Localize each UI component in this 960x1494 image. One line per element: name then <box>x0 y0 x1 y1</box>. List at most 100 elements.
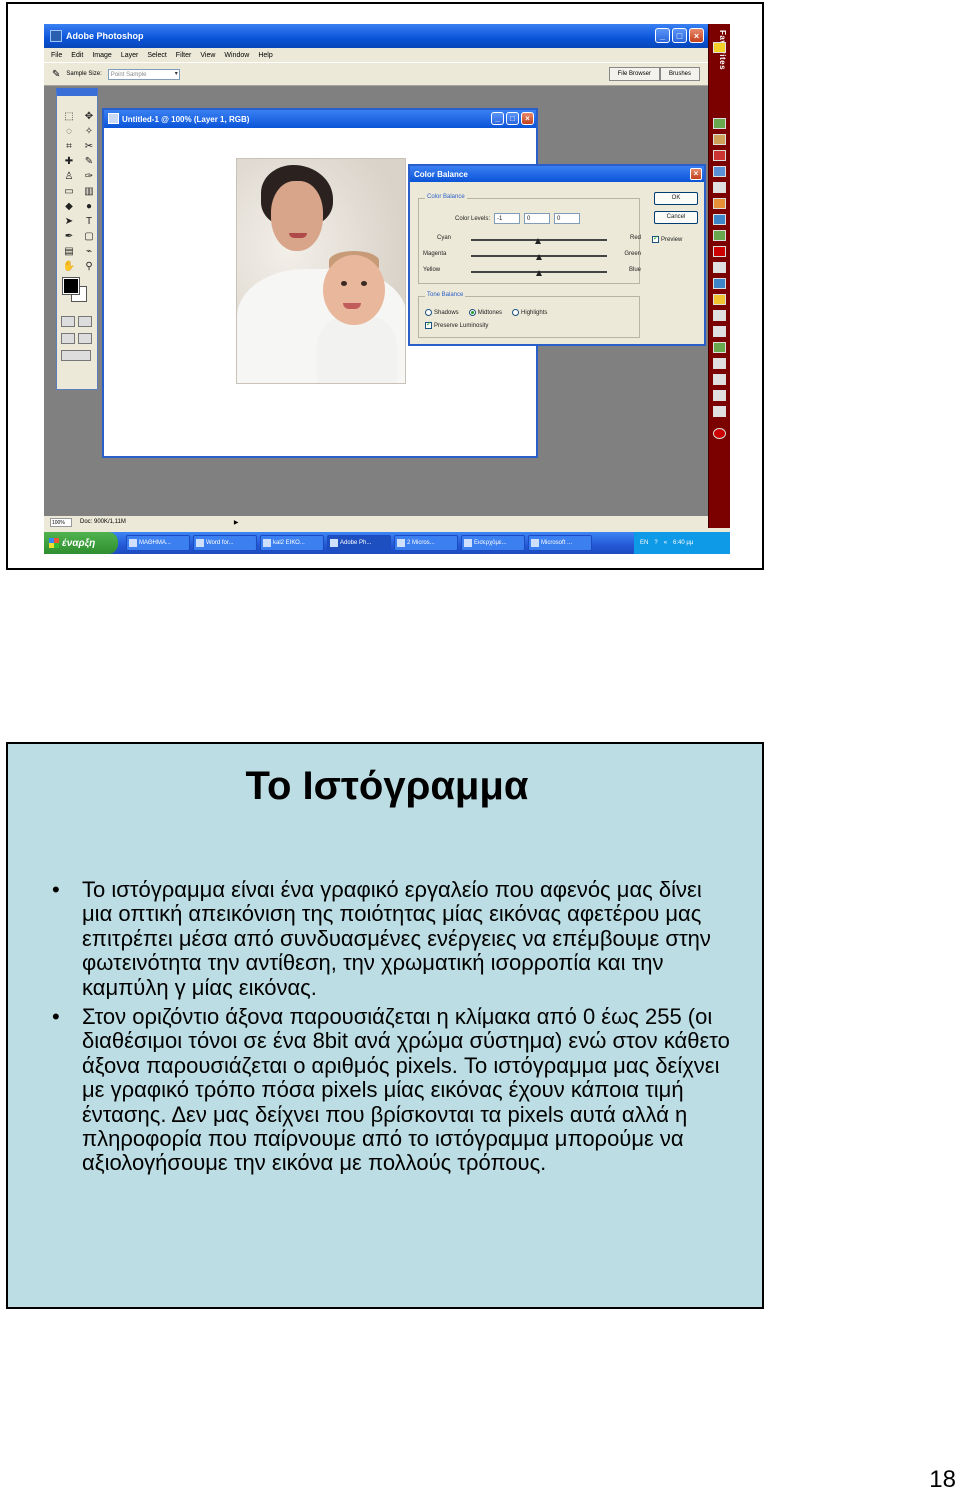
slider-thumb-yellow-blue[interactable] <box>536 270 542 276</box>
notes-tool-icon[interactable]: ▤ <box>61 245 77 257</box>
path-select-icon[interactable]: ➤ <box>61 215 77 227</box>
radio-shadows[interactable]: Shadows <box>425 309 459 316</box>
fav-item-19-icon[interactable] <box>713 406 726 417</box>
screen-mode-1-icon[interactable] <box>61 333 75 344</box>
eyedropper-icon[interactable]: ✎ <box>52 69 60 80</box>
menu-window[interactable]: Window <box>224 52 249 59</box>
cancel-button[interactable]: Cancel <box>654 211 698 224</box>
level-input-yellow-blue[interactable]: 0 <box>554 213 581 224</box>
taskbar-item[interactable]: Word for... <box>193 535 257 551</box>
menu-select[interactable]: Select <box>147 52 166 59</box>
lasso-tool-icon[interactable]: ◌ <box>61 125 77 137</box>
foreground-color-swatch[interactable] <box>62 277 80 295</box>
maximize-icon[interactable]: □ <box>672 28 687 43</box>
menu-file[interactable]: File <box>51 52 62 59</box>
doc-maximize-icon[interactable]: □ <box>506 112 519 125</box>
dodge-tool-icon[interactable]: ● <box>81 200 97 212</box>
taskbar-item[interactable]: Εισερχόμε... <box>461 535 525 551</box>
type-tool-icon[interactable]: T <box>81 215 97 227</box>
gradient-tool-icon[interactable]: ▥ <box>81 185 97 197</box>
healing-brush-icon[interactable]: ✚ <box>61 155 77 167</box>
preserve-luminosity-checkbox[interactable]: Preserve Luminosity <box>425 320 488 329</box>
taskbar-item[interactable]: kal2 ΕΙΚΟ... <box>260 535 324 551</box>
fav-item-15-icon[interactable] <box>713 342 726 353</box>
start-button[interactable]: έναρξη <box>44 532 118 554</box>
slider-thumb-cyan-red[interactable] <box>535 238 542 244</box>
fav-item-18-icon[interactable] <box>713 390 726 401</box>
tab-file-browser[interactable]: File Browser <box>608 67 660 81</box>
taskbar-item[interactable]: Adobe Ph... <box>327 535 391 551</box>
fav-item-10-icon[interactable] <box>713 262 726 273</box>
screen-mode-2-icon[interactable] <box>78 333 92 344</box>
blur-tool-icon[interactable]: ◆ <box>61 200 77 212</box>
move-tool-icon[interactable]: ✥ <box>81 110 97 122</box>
slider-magenta-green[interactable]: Magenta Green <box>423 251 641 261</box>
level-input-magenta-green[interactable]: 0 <box>524 213 551 224</box>
clock[interactable]: 6:40 μμ <box>673 540 693 546</box>
fav-item-2-icon[interactable] <box>713 134 726 145</box>
fav-item-17-icon[interactable] <box>713 374 726 385</box>
shape-tool-icon[interactable]: ▢ <box>81 230 97 242</box>
fav-star-icon[interactable] <box>713 42 726 53</box>
fav-item-7-icon[interactable] <box>713 214 726 225</box>
ok-button[interactable]: OK <box>654 192 698 205</box>
crop-tool-icon[interactable]: ⌗ <box>61 140 77 152</box>
radio-highlights[interactable]: Highlights <box>512 309 547 316</box>
menu-layer[interactable]: Layer <box>121 52 139 59</box>
taskbar-item[interactable]: Microsoft ... <box>528 535 592 551</box>
tab-brushes[interactable]: Brushes <box>659 67 700 81</box>
fav-item-9-icon[interactable] <box>713 246 726 257</box>
fav-item-12-icon[interactable] <box>713 294 726 305</box>
slider-thumb-magenta-green[interactable] <box>536 254 542 260</box>
fav-item-5-icon[interactable] <box>713 182 726 193</box>
taskbar-item[interactable]: 2 Micros... <box>394 535 458 551</box>
menu-help[interactable]: Help <box>258 52 272 59</box>
sample-size-select[interactable]: Point Sample <box>107 68 180 80</box>
fav-close-icon[interactable] <box>713 428 726 439</box>
close-icon[interactable]: × <box>689 28 704 43</box>
stamp-tool-icon[interactable]: ♙ <box>61 170 77 182</box>
doc-minimize-icon[interactable]: _ <box>491 112 504 125</box>
status-arrow-icon[interactable]: ▶ <box>234 519 239 526</box>
eraser-tool-icon[interactable]: ▭ <box>61 185 77 197</box>
fav-item-16-icon[interactable] <box>713 358 726 369</box>
dialog-close-icon[interactable]: × <box>690 168 702 180</box>
eyedropper-tool-icon[interactable]: ⌁ <box>81 245 97 257</box>
quick-mask-icon[interactable] <box>78 316 92 327</box>
menu-view[interactable]: View <box>200 52 215 59</box>
fav-item-3-icon[interactable] <box>713 150 726 161</box>
language-indicator[interactable]: EN <box>640 540 648 546</box>
fav-item-13-icon[interactable] <box>713 310 726 321</box>
zoom-tool-icon[interactable]: ⚲ <box>81 260 97 272</box>
fav-item-11-icon[interactable] <box>713 278 726 289</box>
history-brush-icon[interactable]: ✑ <box>81 170 97 182</box>
taskbar-item[interactable]: ΜΑΘΗΜΑ... <box>126 535 190 551</box>
hand-tool-icon[interactable]: ✋ <box>61 260 77 272</box>
tray-arrows-icon[interactable]: « <box>664 540 667 546</box>
doc-close-icon[interactable]: × <box>521 112 534 125</box>
fav-item-8-icon[interactable] <box>713 230 726 241</box>
zoom-level[interactable]: 100% <box>50 517 72 527</box>
jump-to-imageready-icon[interactable] <box>61 350 91 361</box>
photoshop-logo-icon <box>50 30 62 42</box>
preview-checkbox[interactable]: Preview <box>652 234 682 243</box>
fav-item-4-icon[interactable] <box>713 166 726 177</box>
standard-mode-icon[interactable] <box>61 316 75 327</box>
menu-image[interactable]: Image <box>92 52 111 59</box>
marquee-tool-icon[interactable]: ⬚ <box>61 110 77 122</box>
radio-midtones[interactable]: Midtones <box>468 309 502 316</box>
menu-edit[interactable]: Edit <box>71 52 83 59</box>
slice-tool-icon[interactable]: ✂ <box>81 140 97 152</box>
slider-yellow-blue[interactable]: Yellow Blue <box>423 267 641 277</box>
fav-item-14-icon[interactable] <box>713 326 726 337</box>
fav-item-1-icon[interactable] <box>713 118 726 129</box>
minimize-icon[interactable]: _ <box>655 28 670 43</box>
menu-filter[interactable]: Filter <box>176 52 192 59</box>
fav-item-6-icon[interactable] <box>713 198 726 209</box>
pen-tool-icon[interactable]: ✒ <box>61 230 77 242</box>
tray-help-icon[interactable]: ? <box>654 540 657 546</box>
brush-tool-icon[interactable]: ✎ <box>81 155 97 167</box>
level-input-cyan-red[interactable]: -1 <box>494 213 521 224</box>
magic-wand-icon[interactable]: ✧ <box>81 125 97 137</box>
slider-cyan-red[interactable]: Cyan Red <box>423 235 641 245</box>
